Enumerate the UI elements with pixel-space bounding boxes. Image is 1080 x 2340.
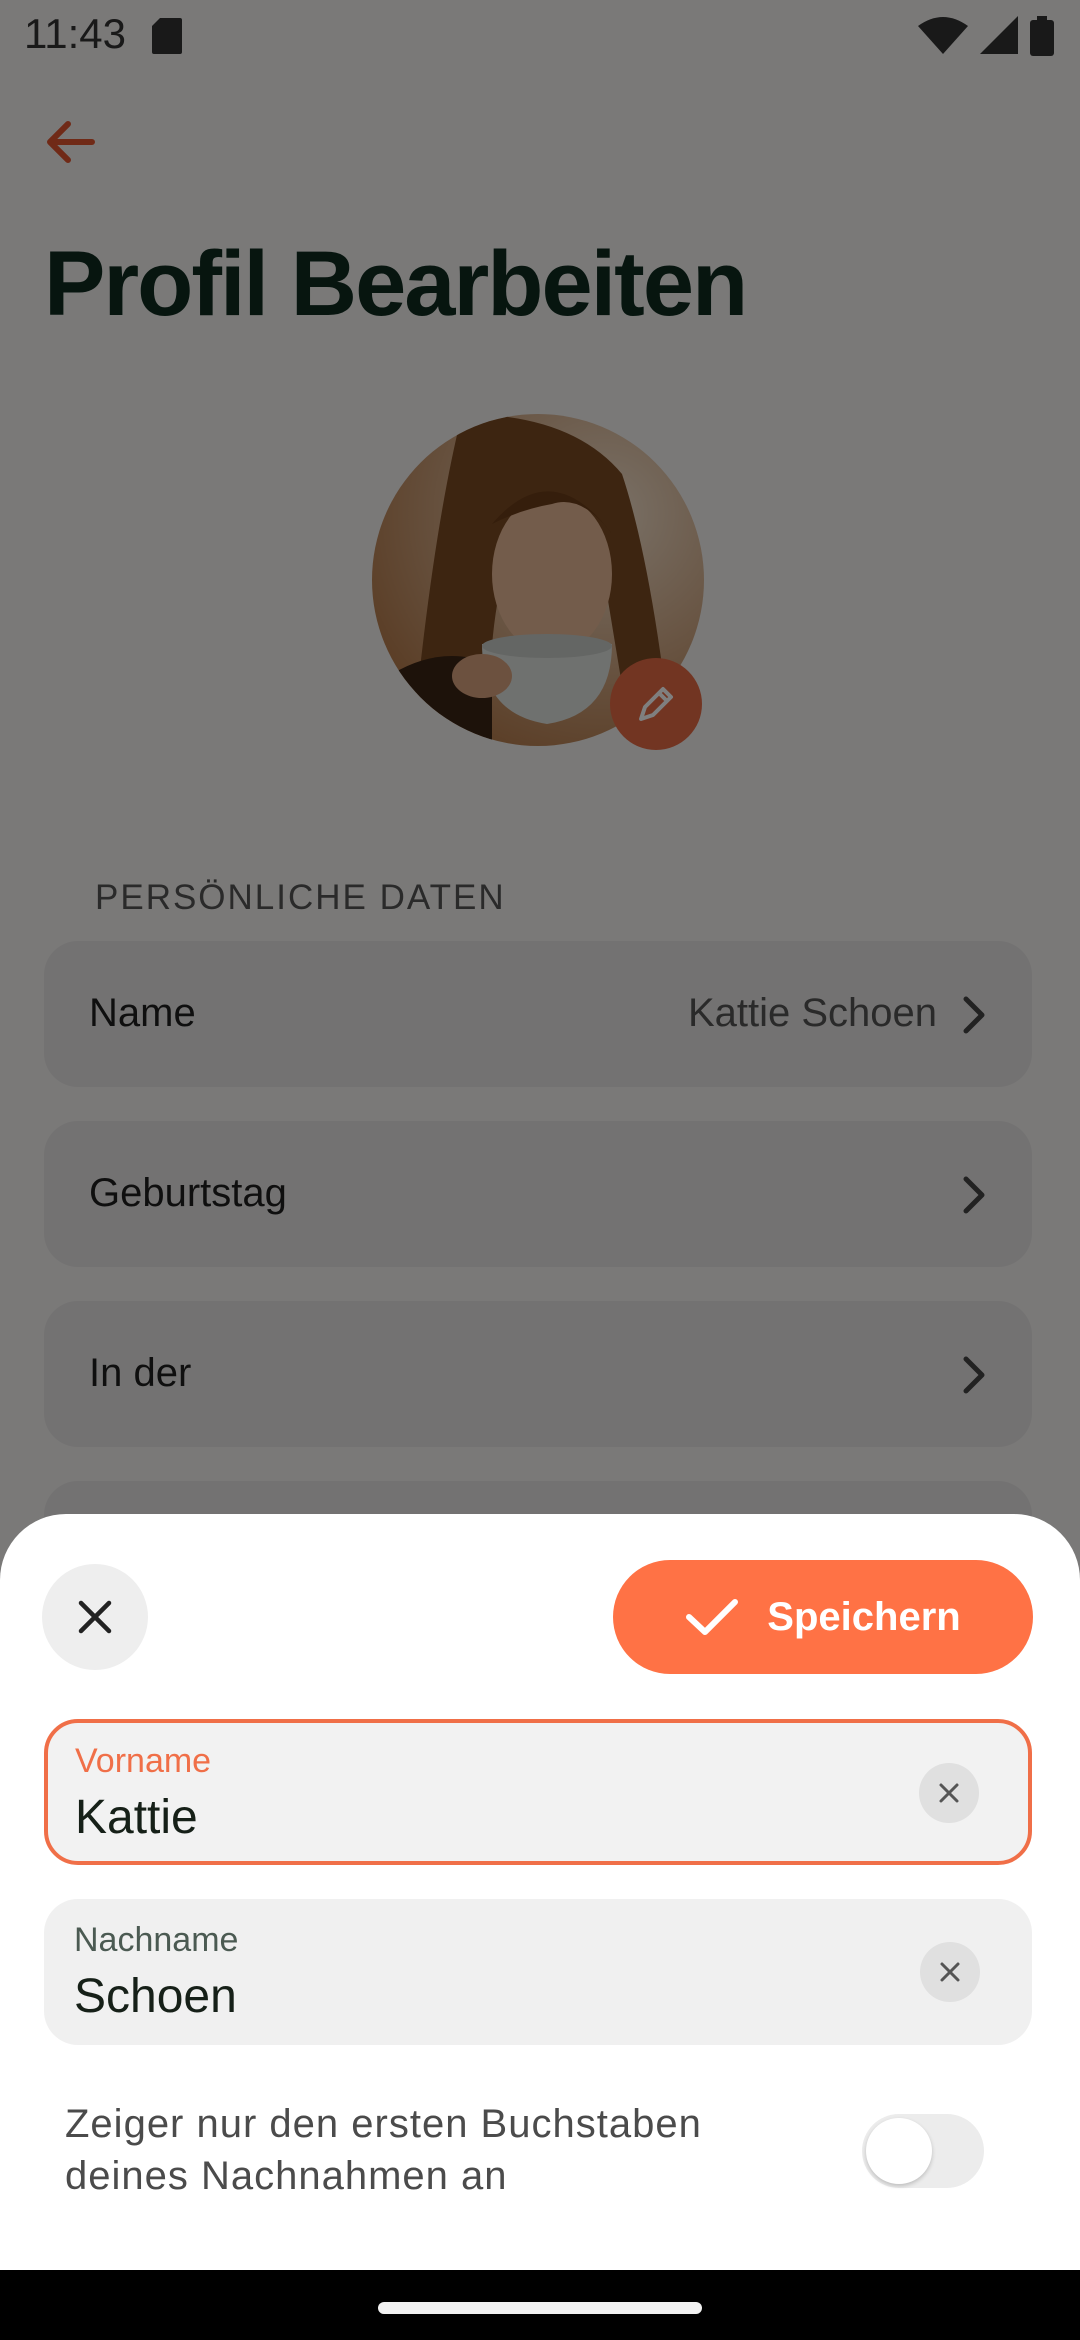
close-button[interactable] <box>42 1564 148 1670</box>
first-name-field[interactable]: Vorname Kattie <box>44 1719 1032 1865</box>
clear-icon <box>939 1783 959 1803</box>
checkmark-icon <box>686 1599 739 1635</box>
initial-only-toggle-label: Zeiger nur den ersten Buchstaben deines … <box>65 2102 702 2198</box>
save-label: Speichern <box>767 1594 961 1639</box>
first-name-label: Vorname <box>75 1742 212 1780</box>
last-name-input[interactable]: Schoen <box>74 1969 237 2024</box>
clear-last-name-button[interactable] <box>920 1942 980 2002</box>
close-icon <box>78 1600 112 1634</box>
last-name-field[interactable]: Nachname Schoen <box>44 1899 1032 2045</box>
toggle-knob <box>866 2118 932 2184</box>
edit-name-sheet: Speichern Vorname Kattie Nachname Schoen… <box>0 1514 1080 2270</box>
status-bar-scrim <box>0 0 1080 72</box>
first-name-input[interactable]: Kattie <box>75 1790 198 1845</box>
home-indicator[interactable] <box>378 2302 702 2314</box>
save-button[interactable]: Speichern <box>613 1560 1033 1674</box>
last-name-label: Nachname <box>74 1921 239 1959</box>
initial-only-toggle[interactable] <box>862 2114 984 2188</box>
navigation-bar <box>0 2270 1080 2340</box>
clear-first-name-button[interactable] <box>919 1763 979 1823</box>
clear-icon <box>940 1962 960 1982</box>
